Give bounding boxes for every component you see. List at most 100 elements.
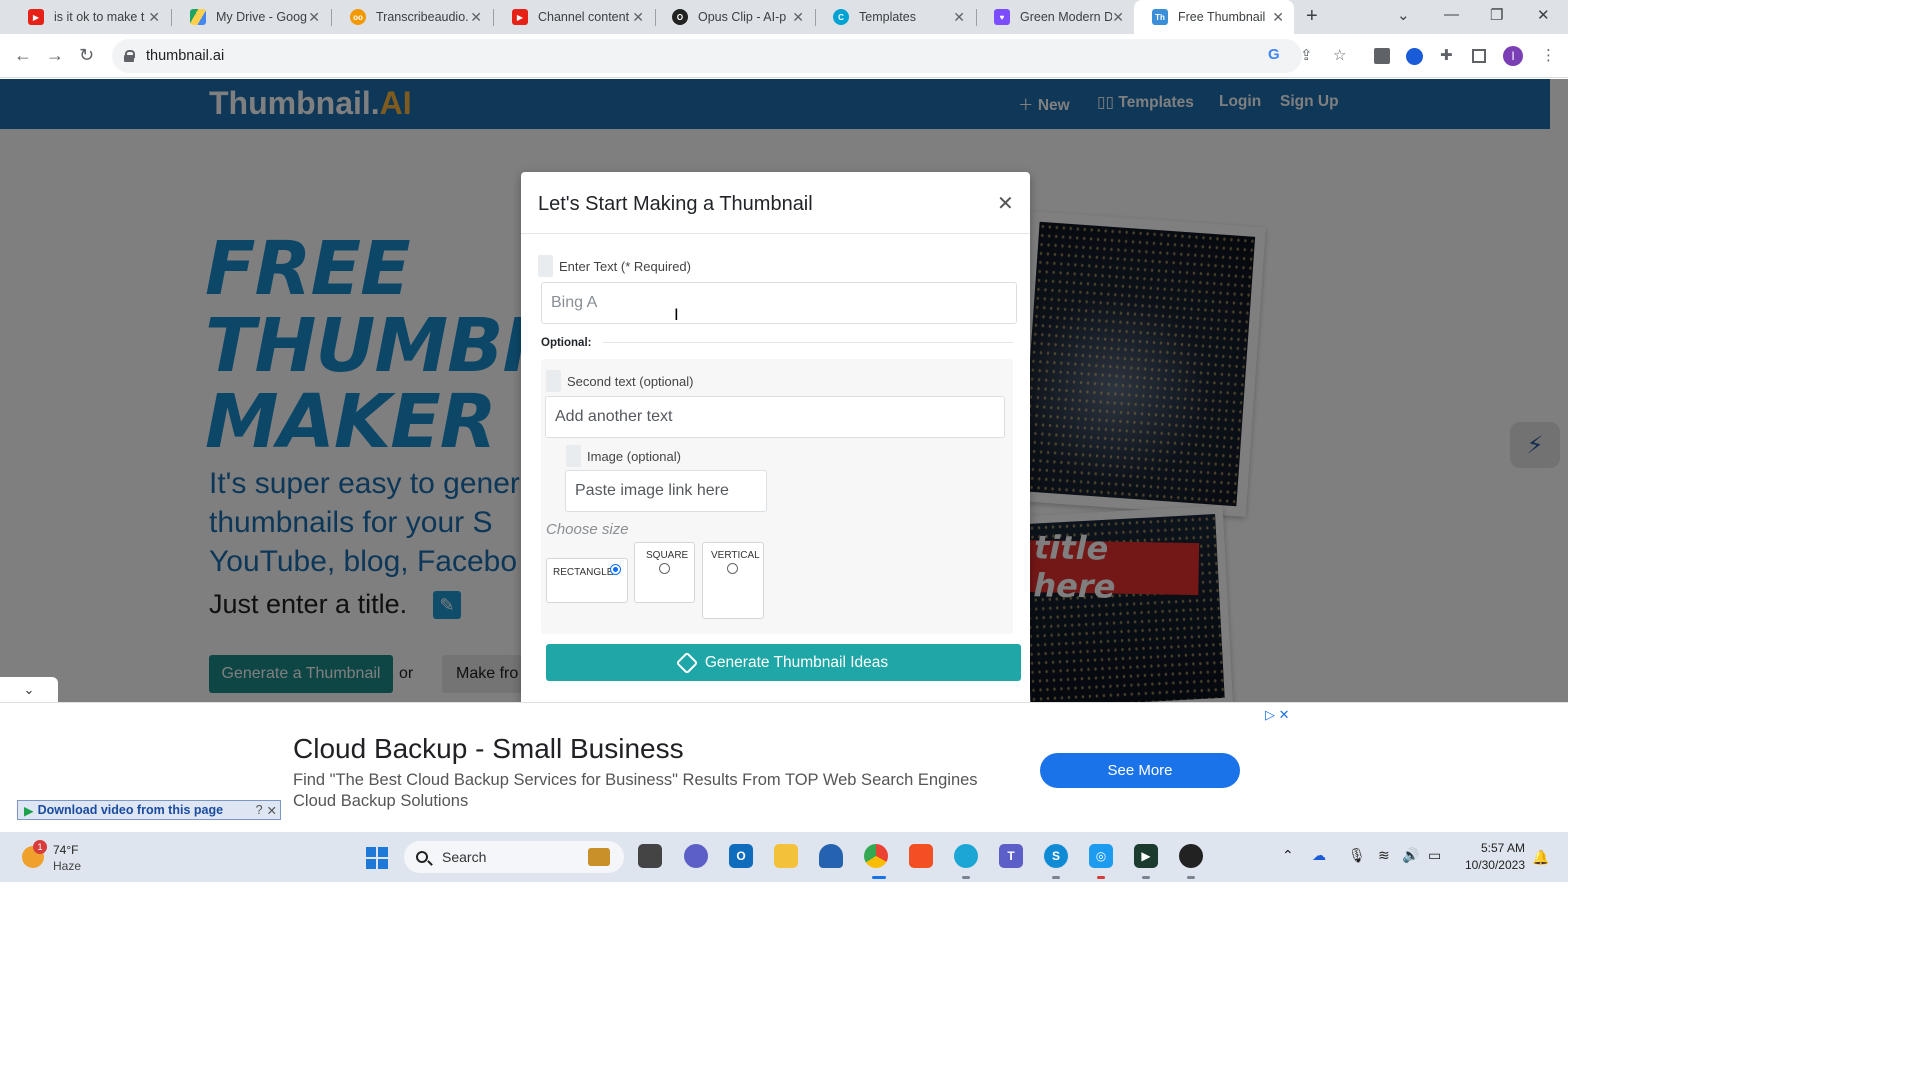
download-video-text: Download video from this page [37, 803, 224, 817]
notification-bell-icon[interactable]: 🔔 [1532, 849, 1549, 866]
extension-tb-icon[interactable] [1374, 48, 1390, 64]
size-option-rectangle[interactable]: RECTANGLE [546, 558, 628, 603]
app-clock-icon[interactable]: ◎ [1089, 844, 1113, 868]
collapse-ad-chevron-icon[interactable]: ⌄ [0, 677, 58, 702]
second-text-checkbox[interactable] [546, 370, 561, 392]
restore-icon[interactable]: ❐ [1490, 6, 1503, 24]
close-tab-icon[interactable]: ✕ [632, 9, 644, 26]
close-tab-icon[interactable]: ✕ [470, 9, 482, 26]
square-radio[interactable] [659, 563, 670, 574]
clock-date[interactable]: 10/30/2023 [1458, 858, 1525, 872]
tab-3[interactable]: oo Transcribeaudio. ✕ [332, 0, 492, 34]
google-icon[interactable]: G [1268, 46, 1280, 63]
forward-arrow-icon[interactable]: → [46, 45, 64, 66]
tab-1[interactable]: ▶ is it ok to make t ✕ [10, 0, 170, 34]
choose-size-label: Choose size [546, 521, 629, 538]
minimize-icon[interactable]: — [1444, 6, 1459, 23]
play-icon: ▶ [24, 803, 34, 818]
tray-chevron-up-icon[interactable]: ⌃ [1282, 847, 1294, 864]
youtube-icon: ▶ [28, 9, 44, 25]
edge-icon[interactable] [954, 844, 978, 868]
file-explorer-icon[interactable] [774, 844, 798, 868]
close-window-icon[interactable]: ✕ [1537, 6, 1550, 24]
image-checkbox[interactable] [566, 445, 581, 467]
adchoices-close-icon[interactable]: ▷ ✕ [1265, 707, 1290, 723]
tab-7[interactable]: ♥ Green Modern D ✕ [976, 0, 1134, 34]
ad-title[interactable]: Cloud Backup - Small Business [293, 733, 684, 765]
taskbar-search[interactable]: Search [404, 841, 624, 873]
text-cursor-icon: I [674, 305, 679, 324]
bookmark-star-icon[interactable]: ☆ [1333, 46, 1346, 64]
vertical-radio[interactable] [727, 563, 738, 574]
battery-icon[interactable]: ▭ [1428, 847, 1441, 864]
size-option-square[interactable]: SQUARE [634, 542, 695, 603]
search-icon [416, 851, 428, 863]
second-text-input[interactable]: Add another text [545, 396, 1005, 438]
close-modal-icon[interactable]: ✕ [997, 191, 1014, 216]
tab-title: Free Thumbnail [1178, 10, 1266, 24]
ad-banner: Cloud Backup - Small Business Find "The … [0, 702, 1568, 832]
app-clock-indicator [1097, 876, 1105, 879]
chrome-icon[interactable] [864, 844, 888, 868]
optional-divider [603, 342, 1013, 343]
weather-condition[interactable]: Haze [53, 859, 81, 873]
new-tab-plus-icon[interactable]: + [1306, 5, 1318, 28]
wifi-icon[interactable]: ≋ [1378, 847, 1390, 864]
profile-avatar[interactable]: I [1503, 46, 1523, 66]
clock-time[interactable]: 5:57 AM [1477, 841, 1525, 855]
close-tab-icon[interactable]: ✕ [953, 9, 965, 26]
reload-icon[interactable]: ↻ [79, 45, 94, 66]
weather-temp[interactable]: 74°F [53, 843, 78, 857]
extension-play-icon[interactable] [1406, 48, 1423, 65]
close-tab-icon[interactable]: ✕ [308, 9, 320, 26]
close-tab-icon[interactable]: ✕ [792, 9, 804, 26]
tray-onedrive-icon[interactable]: ☁ [1312, 847, 1326, 864]
recorder-app-indicator [1187, 876, 1195, 879]
skype-icon[interactable]: S [1044, 844, 1068, 868]
image-link-input[interactable]: Paste image link here [565, 470, 767, 512]
close-tab-icon[interactable]: ✕ [1272, 9, 1284, 26]
microphone-icon[interactable]: 🎙 [1348, 847, 1366, 864]
tab-4[interactable]: ▶ Channel content ✕ [494, 0, 654, 34]
url-omnibox[interactable]: thumbnail.ai [112, 39, 1302, 73]
editor-app-icon[interactable]: ▶ [1134, 844, 1158, 868]
tab-title: Channel content [538, 10, 630, 24]
volume-icon[interactable]: 🔊 [1402, 847, 1419, 864]
help-icon[interactable]: ? [256, 803, 267, 817]
close-download-bar-icon[interactable]: ✕ [267, 803, 280, 818]
task-view-icon[interactable] [638, 844, 662, 868]
enter-text-checkbox[interactable] [538, 255, 553, 277]
back-arrow-icon[interactable]: ← [14, 45, 32, 66]
onedrive-icon[interactable] [819, 844, 843, 868]
windows-start-icon[interactable] [366, 847, 388, 869]
download-video-bar[interactable]: ▶ Download video from this page ? ✕ [17, 800, 281, 820]
see-more-button[interactable]: See More [1040, 753, 1240, 788]
office-icon[interactable] [909, 844, 933, 868]
tab-title: Templates [859, 10, 916, 24]
tab-6[interactable]: C Templates ✕ [815, 0, 975, 34]
tab-2[interactable]: My Drive - Goog ✕ [172, 0, 330, 34]
more-menu-icon[interactable]: ⋮ [1541, 46, 1556, 64]
tab-search-chevron-icon[interactable]: ⌄ [1397, 6, 1410, 24]
tab-title: is it ok to make t [54, 10, 145, 24]
close-tab-icon[interactable]: ✕ [148, 9, 160, 26]
side-panel-icon[interactable] [1472, 49, 1486, 63]
transcribe-icon: oo [350, 9, 366, 25]
teams-icon[interactable]: T [999, 844, 1023, 868]
outlook-icon[interactable]: O [729, 844, 753, 868]
generate-ideas-label: Generate Thumbnail Ideas [704, 653, 889, 671]
tab-8-active[interactable]: Th Free Thumbnail ✕ [1134, 0, 1294, 34]
recorder-app-icon[interactable] [1179, 844, 1203, 868]
tab-title: My Drive - Goog [216, 10, 307, 24]
teams-chat-icon[interactable] [684, 844, 708, 868]
enter-text-input[interactable]: Bing A [541, 282, 1017, 324]
size-option-vertical[interactable]: VERTICAL [702, 542, 764, 619]
url-text: thumbnail.ai [146, 48, 225, 64]
rectangle-radio[interactable] [610, 564, 621, 575]
puzzle-extensions-icon[interactable]: ✚ [1440, 46, 1453, 64]
generate-thumbnail-ideas-button[interactable]: Generate Thumbnail Ideas [546, 644, 1021, 681]
close-tab-icon[interactable]: ✕ [1112, 9, 1124, 26]
share-icon[interactable]: ⇪ [1300, 46, 1313, 64]
editor-app-indicator [1142, 876, 1150, 879]
tab-5[interactable]: O Opus Clip - AI-p ✕ [654, 0, 814, 34]
